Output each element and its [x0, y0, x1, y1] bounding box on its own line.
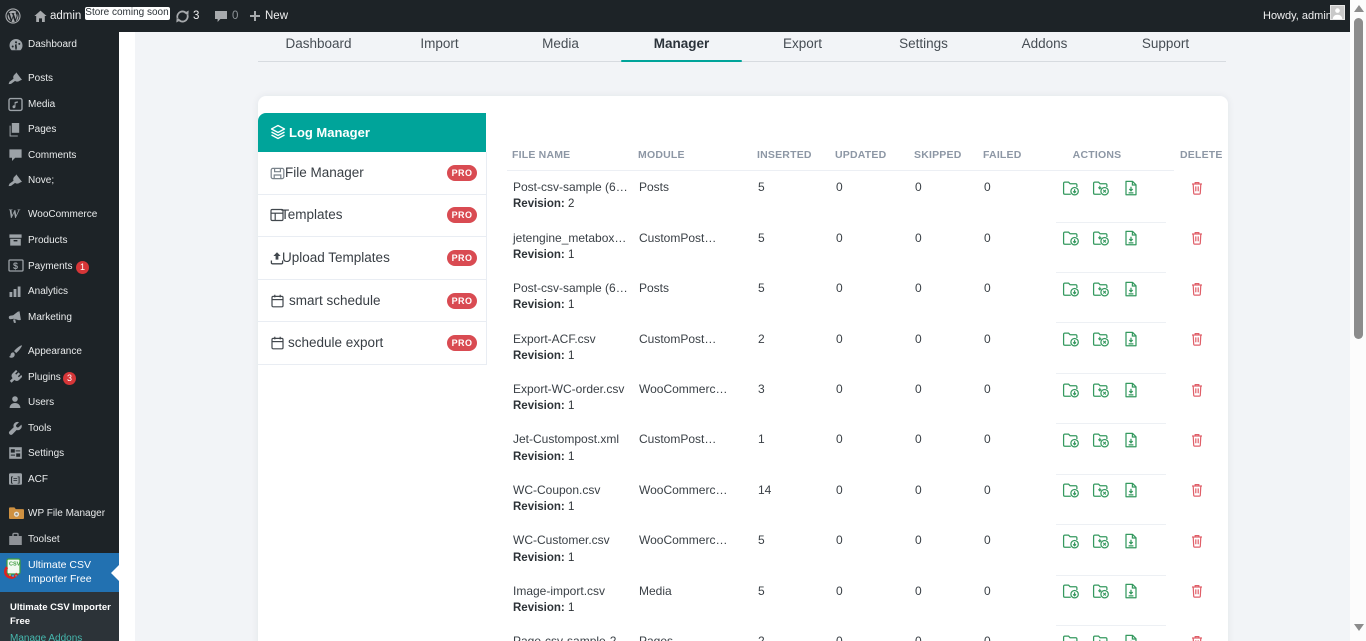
svg-text:$: $ — [13, 261, 18, 271]
svg-text:[=]: [=] — [11, 475, 21, 484]
svg-text:CSV: CSV — [9, 562, 21, 568]
svg-text:W: W — [8, 207, 21, 220]
